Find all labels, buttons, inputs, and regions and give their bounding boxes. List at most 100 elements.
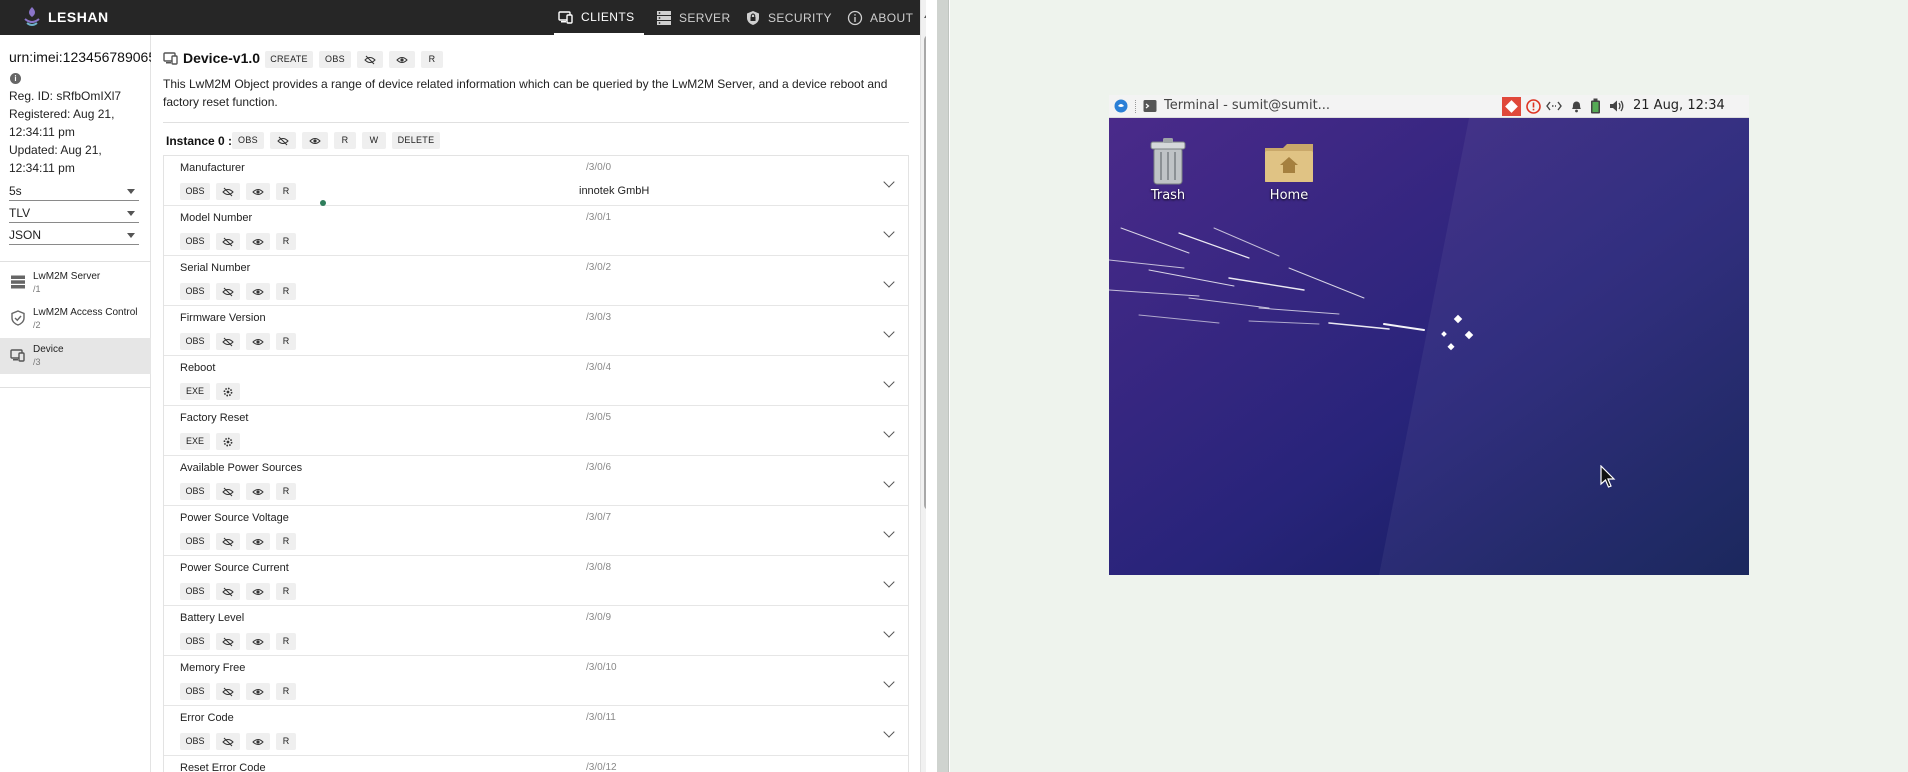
observe-resource-button[interactable]: OBS (180, 733, 210, 750)
resource-row[interactable]: Manufacturer/3/0/0 OBS Rinnotek GmbH (164, 156, 908, 206)
resource-row[interactable]: Power Source Voltage/3/0/7 OBS R (164, 506, 908, 556)
observe-resource-button[interactable]: OBS (180, 283, 210, 300)
read-resource-button[interactable]: R (276, 733, 296, 750)
cancel-observe-resource-button[interactable] (246, 583, 270, 600)
tab-about[interactable]: ABOUT (847, 0, 913, 35)
resource-row[interactable]: Power Source Current/3/0/8 OBS R (164, 556, 908, 606)
chevron-down-icon[interactable] (883, 326, 895, 338)
single-value-format-select[interactable]: TLV (9, 205, 139, 223)
resource-row[interactable]: Memory Free/3/0/10 OBS R (164, 656, 908, 706)
chevron-down-icon[interactable] (883, 726, 895, 738)
notification-bell-icon[interactable] (1570, 99, 1583, 113)
stop-observe-instance-button[interactable] (270, 132, 296, 149)
cancel-observe-resource-button[interactable] (246, 683, 270, 700)
stop-observe-resource-button[interactable] (216, 533, 240, 550)
sidebar-item-device[interactable]: Device /3 (0, 338, 151, 374)
timeout-select[interactable]: 5s (9, 183, 139, 201)
browser-scrollbar[interactable] (920, 0, 926, 772)
create-instance-button[interactable]: CREATE (265, 51, 313, 68)
resource-row[interactable]: Model Number/3/0/1 OBS R (164, 206, 908, 256)
vm-desktop[interactable]: Trash Home (1109, 118, 1749, 575)
stop-observe-object-button[interactable] (357, 51, 383, 68)
read-resource-button[interactable]: R (276, 633, 296, 650)
cancel-observe-resource-button[interactable] (246, 733, 270, 750)
chevron-down-icon[interactable] (883, 426, 895, 438)
scroll-up-arrow-icon[interactable] (924, 9, 926, 18)
observe-resource-button[interactable]: OBS (180, 233, 210, 250)
multi-value-format-select[interactable]: JSON (9, 227, 139, 245)
vm-screen[interactable]: Terminal - sumit@sumit... 21 Aug, 12:34 (1109, 95, 1749, 575)
resource-row[interactable]: Serial Number/3/0/2 OBS R (164, 256, 908, 306)
info-icon[interactable]: i (10, 73, 21, 84)
resource-row[interactable]: Reset Error Code/3/0/12EXE (164, 756, 908, 772)
desktop-icon-home[interactable]: Home (1249, 140, 1329, 203)
execute-with-params-button[interactable] (216, 433, 240, 450)
stop-observe-resource-button[interactable] (216, 483, 240, 500)
read-object-button[interactable]: R (421, 51, 443, 68)
read-resource-button[interactable]: R (276, 583, 296, 600)
chevron-down-icon[interactable] (883, 226, 895, 238)
read-resource-button[interactable]: R (276, 533, 296, 550)
resource-row[interactable]: Factory Reset/3/0/5 EXE (164, 406, 908, 456)
stop-observe-resource-button[interactable] (216, 333, 240, 350)
chevron-down-icon[interactable] (883, 626, 895, 638)
chevron-down-icon[interactable] (883, 276, 895, 288)
observe-resource-button[interactable]: OBS (180, 583, 210, 600)
panel-clock[interactable]: 21 Aug, 12:34 (1633, 98, 1725, 113)
stop-observe-resource-button[interactable] (216, 633, 240, 650)
resource-row[interactable]: Reboot/3/0/4 EXE (164, 356, 908, 406)
stop-observe-resource-button[interactable] (216, 683, 240, 700)
stop-observe-resource-button[interactable] (216, 233, 240, 250)
observe-resource-button[interactable]: OBS (180, 533, 210, 550)
execute-button[interactable]: EXE (180, 383, 210, 400)
chevron-down-icon[interactable] (883, 676, 895, 688)
read-resource-button[interactable]: R (276, 683, 296, 700)
execute-button[interactable]: EXE (180, 433, 210, 450)
battery-icon[interactable] (1590, 98, 1601, 114)
sidebar-item-lwm2m-server[interactable]: LwM2M Server /1 (0, 265, 151, 301)
desktop-icon-trash[interactable]: Trash (1128, 136, 1208, 203)
chevron-down-icon[interactable] (883, 376, 895, 388)
code-arrows-icon[interactable] (1546, 100, 1562, 112)
tab-server[interactable]: SERVER (656, 0, 731, 35)
whisker-menu-icon[interactable] (1114, 99, 1128, 113)
read-resource-button[interactable]: R (276, 233, 296, 250)
observe-resource-button[interactable]: OBS (180, 633, 210, 650)
observe-object-button[interactable]: OBS (319, 51, 351, 68)
read-instance-button[interactable]: R (334, 132, 356, 149)
cancel-observe-instance-button[interactable] (302, 132, 328, 149)
leshan-logo[interactable]: LESHAN (22, 6, 109, 28)
read-resource-button[interactable]: R (276, 333, 296, 350)
resource-row[interactable]: Firmware Version/3/0/3 OBS R (164, 306, 908, 356)
volume-icon[interactable] (1609, 99, 1625, 113)
scrollbar-thumb[interactable] (924, 35, 926, 510)
read-resource-button[interactable]: R (276, 183, 296, 200)
delete-instance-button[interactable]: DELETE (392, 132, 440, 149)
alert-icon[interactable] (1526, 99, 1541, 114)
chevron-down-icon[interactable] (883, 526, 895, 538)
cancel-observe-resource-button[interactable] (246, 183, 270, 200)
chevron-down-icon[interactable] (883, 476, 895, 488)
cancel-observe-resource-button[interactable] (246, 483, 270, 500)
observe-resource-button[interactable]: OBS (180, 483, 210, 500)
resource-row[interactable]: Available Power Sources/3/0/6 OBS R (164, 456, 908, 506)
execute-with-params-button[interactable] (216, 383, 240, 400)
write-instance-button[interactable]: W (362, 132, 386, 149)
observe-resource-button[interactable]: OBS (180, 183, 210, 200)
stop-observe-resource-button[interactable] (216, 583, 240, 600)
tab-security[interactable]: SECURITY (745, 0, 832, 35)
stop-observe-resource-button[interactable] (216, 183, 240, 200)
window-divider[interactable] (937, 0, 949, 772)
cancel-observe-object-button[interactable] (389, 51, 415, 68)
read-resource-button[interactable]: R (276, 483, 296, 500)
observe-resource-button[interactable]: OBS (180, 683, 210, 700)
sidebar-item-lwm2m-access-control[interactable]: LwM2M Access Control /2 (0, 301, 151, 337)
cancel-observe-resource-button[interactable] (246, 233, 270, 250)
stop-observe-resource-button[interactable] (216, 733, 240, 750)
cancel-observe-resource-button[interactable] (246, 333, 270, 350)
stop-observe-resource-button[interactable] (216, 283, 240, 300)
cancel-observe-resource-button[interactable] (246, 633, 270, 650)
network-manager-icon[interactable] (1502, 97, 1521, 116)
resource-row[interactable]: Battery Level/3/0/9 OBS R (164, 606, 908, 656)
resource-row[interactable]: Error Code/3/0/11 OBS R (164, 706, 908, 756)
